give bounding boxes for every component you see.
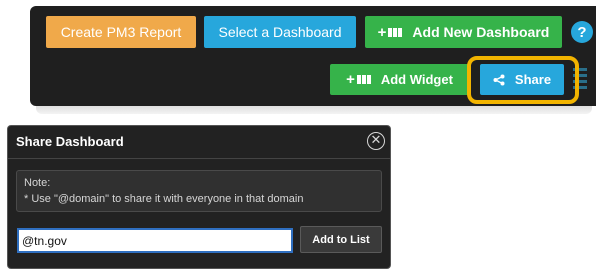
- add-widget-button[interactable]: + Add Widget: [330, 64, 469, 95]
- help-icon[interactable]: ?: [571, 21, 593, 43]
- note-title: Note:: [24, 177, 51, 189]
- share-domain-input[interactable]: [17, 228, 293, 253]
- plus-grid-icon: +: [346, 72, 371, 87]
- select-dashboard-label: Select a Dashboard: [218, 24, 342, 40]
- add-widget-label: Add Widget: [380, 72, 453, 87]
- add-to-list-label: Add to List: [312, 233, 370, 246]
- dialog-title: Share Dashboard: [16, 134, 124, 149]
- share-dashboard-dialog: Share Dashboard ✕ Note: * Use "@domain" …: [7, 125, 391, 269]
- create-pm3-report-button[interactable]: Create PM3 Report: [46, 16, 196, 48]
- add-new-dashboard-label: Add New Dashboard: [412, 24, 550, 40]
- close-icon[interactable]: ✕: [367, 132, 385, 150]
- add-to-list-button[interactable]: Add to List: [300, 226, 382, 253]
- share-highlight-box: [467, 56, 579, 104]
- create-pm3-report-label: Create PM3 Report: [60, 24, 182, 40]
- plus-grid-icon: +: [378, 25, 403, 40]
- dialog-divider: [8, 158, 390, 159]
- note-text: * Use "@domain" to share it with everyon…: [24, 193, 304, 205]
- add-new-dashboard-button[interactable]: + Add New Dashboard: [365, 16, 562, 48]
- note-box: Note: * Use "@domain" to share it with e…: [16, 170, 382, 212]
- select-dashboard-button[interactable]: Select a Dashboard: [204, 16, 356, 48]
